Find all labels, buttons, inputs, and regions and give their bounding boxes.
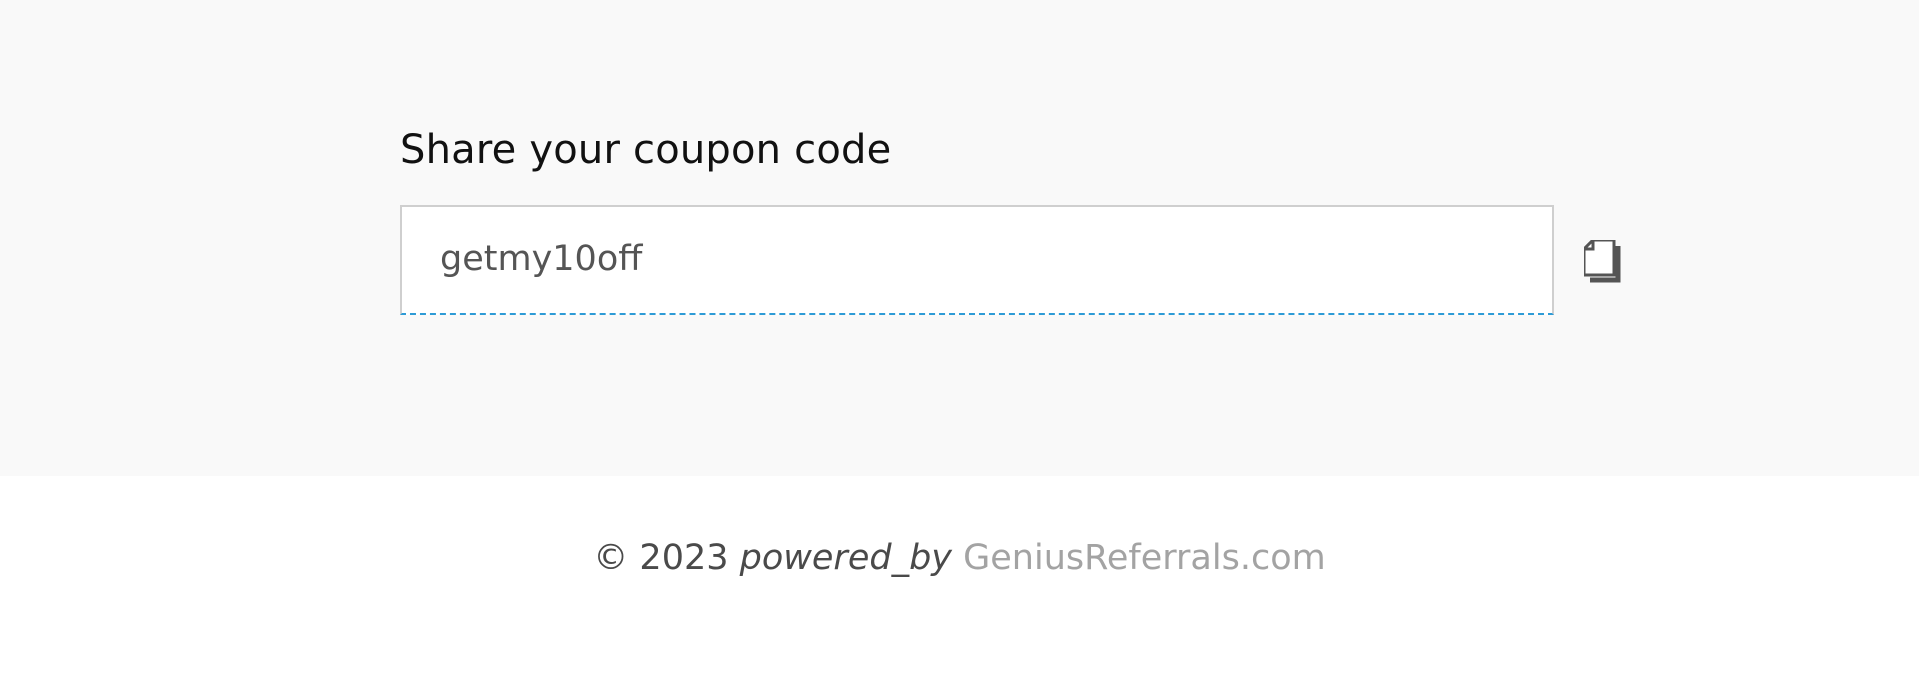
copyright-text: © 2023 <box>593 538 729 578</box>
coupon-code-field[interactable]: getmy10off <box>400 205 1554 315</box>
powered-by-text: powered_by <box>739 538 952 578</box>
copy-button[interactable] <box>1584 240 1624 284</box>
footer: © 2023 powered_by GeniusReferrals.com <box>0 476 1919 694</box>
copy-icon[interactable] <box>1584 240 1624 284</box>
footer-credit: © 2023 powered_by GeniusReferrals.com <box>0 532 1919 584</box>
share-title: Share your coupon code <box>400 127 892 173</box>
coupon-share-panel: Share your coupon code getmy10off <box>0 0 1919 476</box>
genius-referrals-link[interactable]: GeniusReferrals.com <box>963 538 1326 578</box>
coupon-code-value[interactable]: getmy10off <box>440 233 642 285</box>
